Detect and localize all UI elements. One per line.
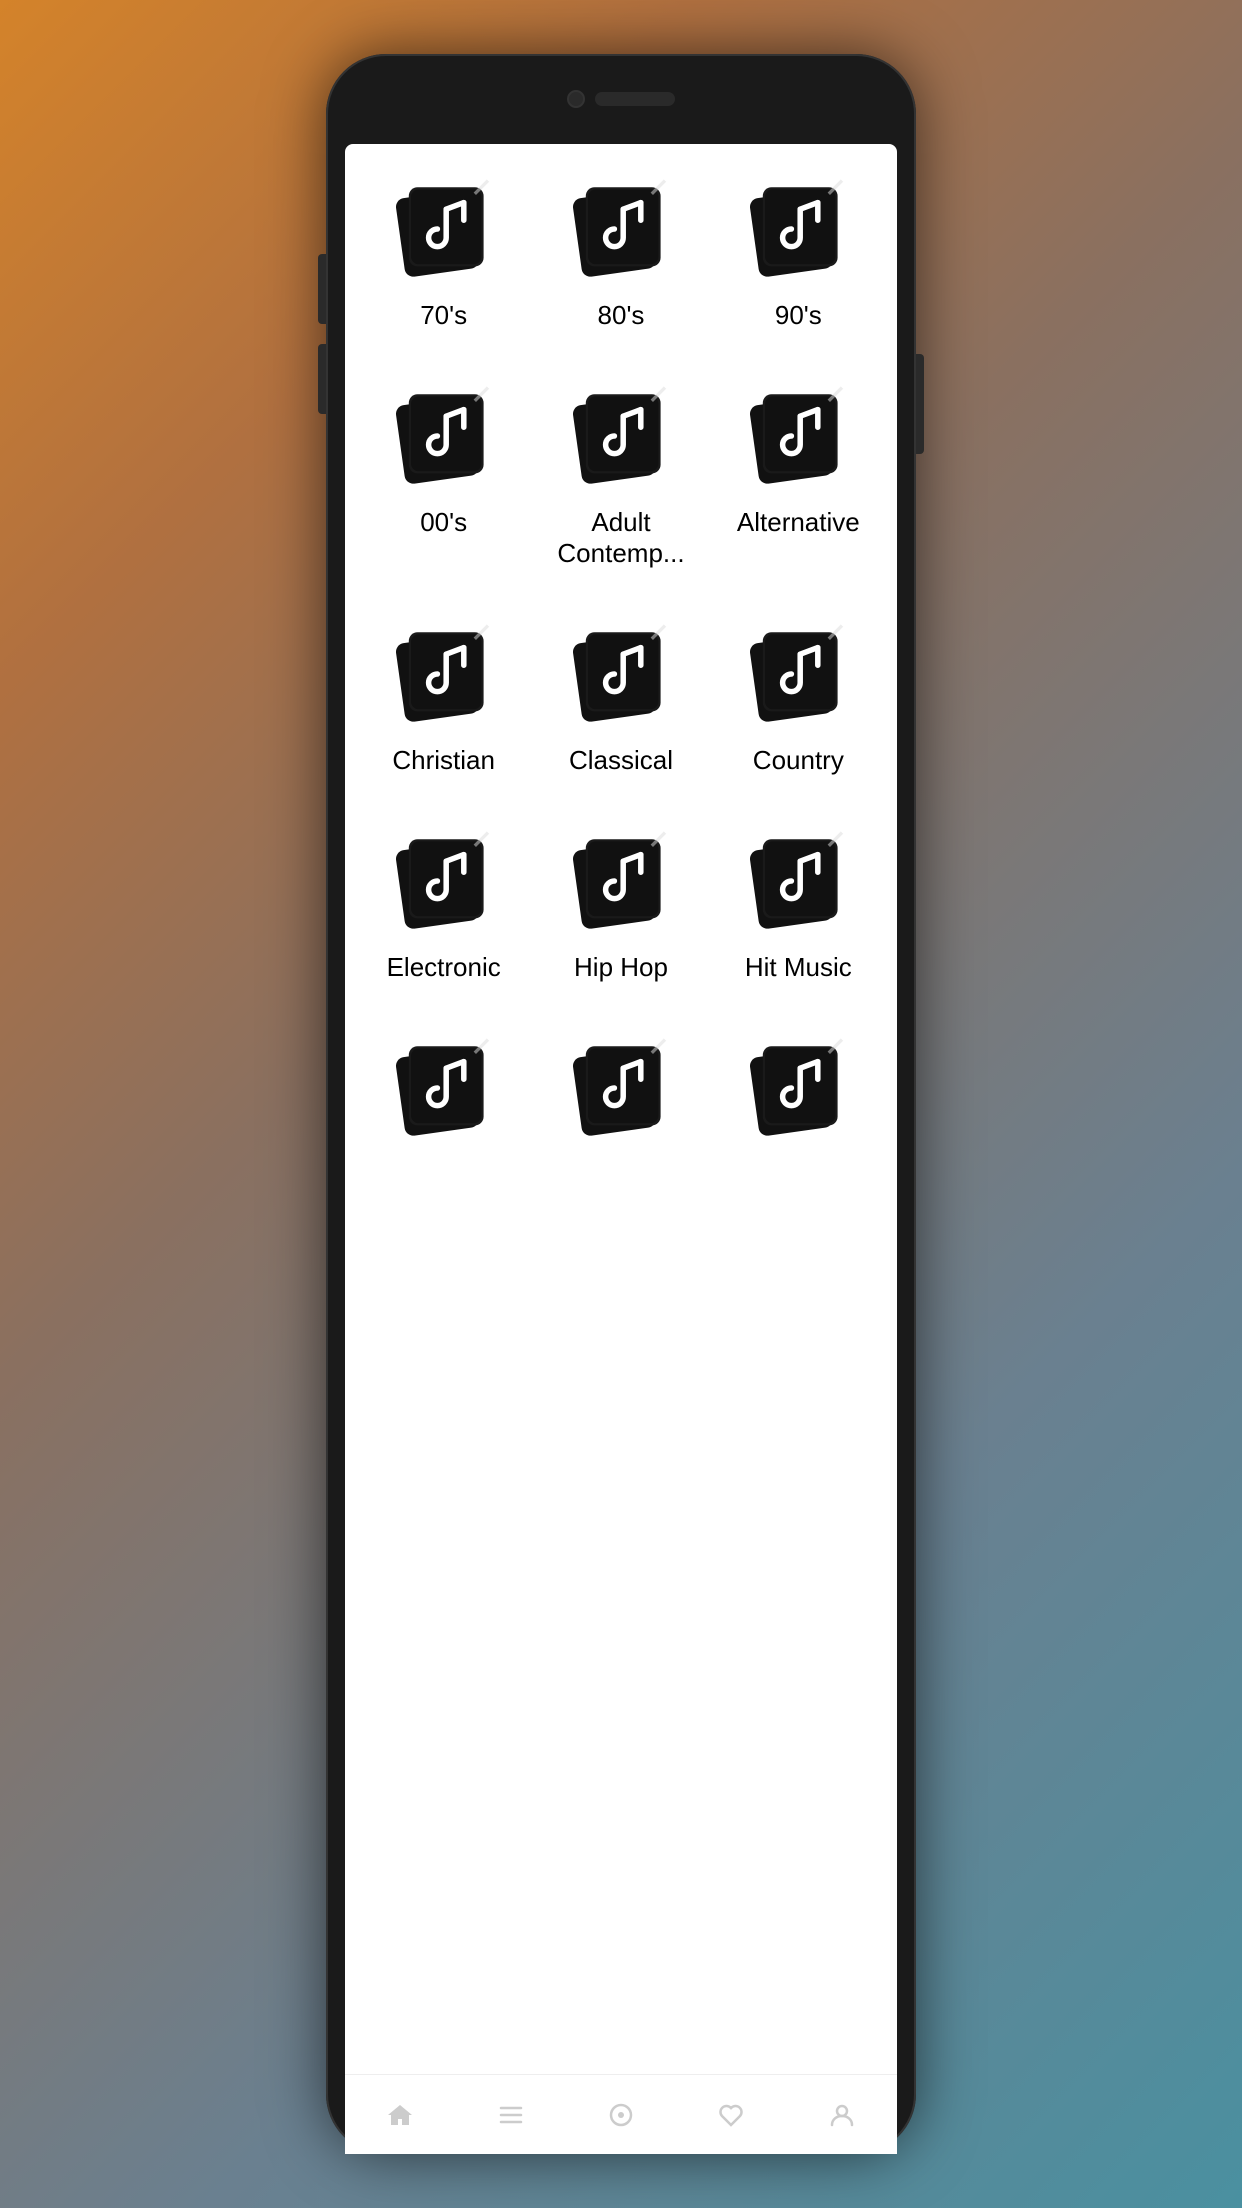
genre-item-00s[interactable]: 00's [355, 361, 532, 599]
genre-label-alternative: Alternative [737, 507, 860, 538]
genre-item-alternative[interactable]: Alternative [710, 361, 887, 599]
genre-label-80s: 80's [598, 300, 645, 331]
genre-item-partial2[interactable] [532, 1013, 709, 1189]
music-icon-70s [389, 174, 499, 284]
phone-top-bar [326, 54, 916, 144]
phone-screen: 70's 80's [345, 144, 897, 2154]
genre-label-christian: Christian [392, 745, 495, 776]
genre-item-adult-contemp[interactable]: Adult Contemp... [532, 361, 709, 599]
nav-browse[interactable] [491, 2095, 531, 2135]
music-icon-80s [566, 174, 676, 284]
music-icon-partial3 [743, 1033, 853, 1143]
genre-item-hit-music[interactable]: Hit Music [710, 806, 887, 1013]
phone-shell: 70's 80's [326, 54, 916, 2154]
power-button[interactable] [916, 354, 924, 454]
genre-label-country: Country [753, 745, 844, 776]
nav-favorites[interactable] [711, 2095, 751, 2135]
scroll-content[interactable]: 70's 80's [345, 144, 897, 2074]
genre-item-classical[interactable]: Classical [532, 599, 709, 806]
music-icon-alternative [743, 381, 853, 491]
music-icon-hit-music [743, 826, 853, 936]
genre-label-90s: 90's [775, 300, 822, 331]
genre-label-70s: 70's [420, 300, 467, 331]
genre-item-80s[interactable]: 80's [532, 154, 709, 361]
genre-item-christian[interactable]: Christian [355, 599, 532, 806]
nav-library[interactable] [601, 2095, 641, 2135]
genre-label-electronic: Electronic [387, 952, 501, 983]
nav-profile[interactable] [822, 2095, 862, 2135]
genre-item-hip-hop[interactable]: Hip Hop [532, 806, 709, 1013]
genre-item-country[interactable]: Country [710, 599, 887, 806]
speaker [595, 92, 675, 106]
music-icon-christian [389, 619, 499, 729]
genre-label-hip-hop: Hip Hop [574, 952, 668, 983]
genre-item-90s[interactable]: 90's [710, 154, 887, 361]
music-icon-electronic [389, 826, 499, 936]
genre-item-partial3[interactable] [710, 1013, 887, 1189]
bottom-nav [345, 2074, 897, 2154]
genre-grid: 70's 80's [355, 154, 887, 1189]
music-icon-partial1 [389, 1033, 499, 1143]
genre-item-partial1[interactable] [355, 1013, 532, 1189]
camera [567, 90, 585, 108]
music-icon-adult-contemp [566, 381, 676, 491]
music-icon-90s [743, 174, 853, 284]
music-icon-00s [389, 381, 499, 491]
genre-label-hit-music: Hit Music [745, 952, 852, 983]
genre-item-electronic[interactable]: Electronic [355, 806, 532, 1013]
music-icon-hip-hop [566, 826, 676, 936]
genre-label-adult-contemp: Adult Contemp... [542, 507, 699, 569]
volume-up-button[interactable] [318, 254, 326, 324]
music-icon-partial2 [566, 1033, 676, 1143]
genre-label-00s: 00's [420, 507, 467, 538]
music-icon-classical [566, 619, 676, 729]
genre-label-classical: Classical [569, 745, 673, 776]
music-icon-country [743, 619, 853, 729]
genre-item-70s[interactable]: 70's [355, 154, 532, 361]
volume-down-button[interactable] [318, 344, 326, 414]
nav-home[interactable] [380, 2095, 420, 2135]
